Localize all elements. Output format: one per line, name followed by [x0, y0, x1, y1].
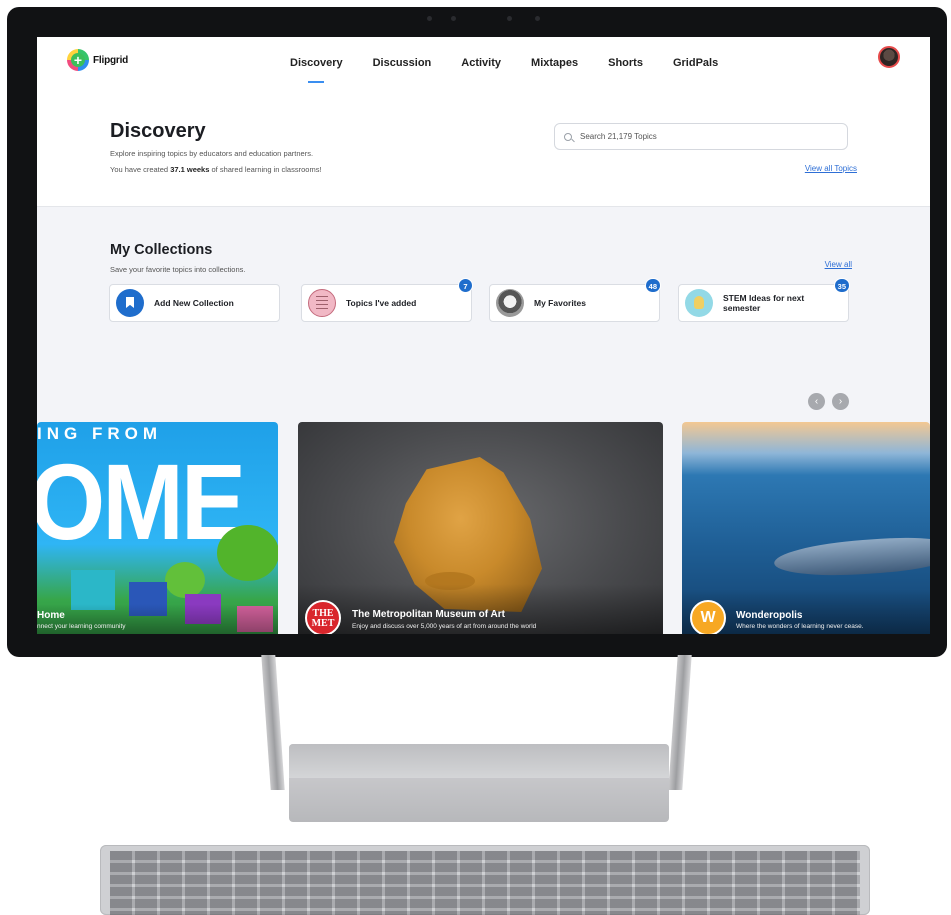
card-description: Enjoy and discuss over 5,000 years of ar…	[352, 623, 537, 630]
search-input[interactable]	[578, 131, 822, 142]
collection-label: My Favorites	[534, 297, 586, 308]
card-description: nnect your learning community	[37, 623, 126, 630]
wonderopolis-logo: W	[690, 600, 726, 634]
card-title: The Metropolitan Museum of Art	[352, 609, 505, 620]
view-all-topics-link[interactable]: View all Topics	[805, 164, 857, 173]
view-all-collections-link[interactable]: View all	[825, 260, 852, 269]
learning-stat-value: 37.1 weeks	[170, 165, 210, 174]
tab-discovery[interactable]: Discovery	[275, 37, 358, 83]
camera-dot	[507, 16, 512, 21]
keyboard	[100, 845, 870, 915]
count-badge: 7	[458, 278, 473, 293]
tab-shorts[interactable]: Shorts	[593, 37, 658, 83]
collections-section: My Collections Save your favorite topics…	[37, 207, 930, 634]
sensor-dot	[451, 16, 456, 21]
page-subtitle: Explore inspiring topics by educators an…	[110, 149, 314, 158]
monitor-stand-arm	[261, 655, 285, 790]
featured-card-met[interactable]: THE MET The Metropolitan Museum of Art E…	[298, 422, 663, 634]
bookmark-icon	[116, 289, 144, 317]
card-description: Where the wonders of learning never ceas…	[736, 623, 864, 630]
count-badge: 48	[644, 278, 661, 293]
screen: + Flipgrid Discovery Discussion Activity…	[37, 37, 930, 634]
top-nav: + Flipgrid Discovery Discussion Activity…	[37, 37, 930, 84]
sensor-dot	[427, 16, 432, 21]
discovery-header: Discovery Explore inspiring topics by ed…	[37, 83, 930, 207]
search-icon	[564, 132, 572, 141]
home-big-text: OME	[37, 441, 246, 563]
collections-subtitle: Save your favorite topics into collectio…	[110, 265, 246, 274]
page-title: Discovery	[110, 120, 206, 142]
chevron-right-icon[interactable]: ›	[832, 393, 849, 410]
logo-mark-icon: +	[67, 49, 89, 71]
learning-stat-suffix: of shared learning in classrooms!	[209, 165, 322, 174]
sensor-dot	[535, 16, 540, 21]
logo-text: Flipgrid	[93, 54, 129, 66]
tree-illustration	[217, 525, 278, 581]
user-avatar-icon[interactable]	[878, 46, 900, 68]
collection-card-favorites[interactable]: My Favorites 48	[489, 278, 661, 322]
collection-label: STEM Ideas for next semester	[723, 292, 805, 313]
monitor-stand-arm	[668, 655, 692, 790]
tab-discussion[interactable]: Discussion	[358, 37, 447, 83]
featured-card-home[interactable]: ING FROM OME Home nnect your learning co…	[37, 422, 278, 634]
chevron-left-icon[interactable]: ‹	[808, 393, 825, 410]
collection-card-stem-ideas[interactable]: STEM Ideas for next semester 35	[678, 278, 850, 322]
tab-gridpals[interactable]: GridPals	[658, 37, 733, 83]
sticker-icon	[308, 289, 336, 317]
tab-mixtapes[interactable]: Mixtapes	[516, 37, 593, 83]
collection-label: Topics I've added	[346, 297, 417, 308]
add-new-collection-card[interactable]: Add New Collection	[109, 284, 280, 322]
featured-card-wonderopolis[interactable]: W Wonderopolis Where the wonders of lear…	[682, 422, 930, 634]
collections-title: My Collections	[110, 242, 213, 258]
learning-stat-prefix: You have created	[110, 165, 171, 174]
keyboard-keys	[110, 851, 860, 915]
collection-card-topics-added[interactable]: Topics I've added 7	[301, 278, 473, 322]
flipgrid-logo[interactable]: + Flipgrid	[67, 49, 128, 71]
topic-search-box[interactable]	[554, 123, 848, 150]
learning-stat: You have created 37.1 weeks of shared le…	[110, 165, 322, 174]
tab-activity[interactable]: Activity	[446, 37, 516, 83]
monitor-bezel: + Flipgrid Discovery Discussion Activity…	[7, 7, 947, 657]
lightbulb-icon	[685, 289, 713, 317]
count-badge: 35	[833, 278, 850, 293]
tree-illustration	[165, 562, 205, 598]
card-title: Home	[37, 610, 65, 621]
nav-tabs: Discovery Discussion Activity Mixtapes S…	[275, 37, 733, 83]
card-title: Wonderopolis	[736, 610, 803, 621]
dog-icon	[496, 289, 524, 317]
whale-image	[773, 533, 930, 581]
met-logo: THE MET	[305, 600, 341, 634]
collection-label: Add New Collection	[154, 297, 234, 308]
